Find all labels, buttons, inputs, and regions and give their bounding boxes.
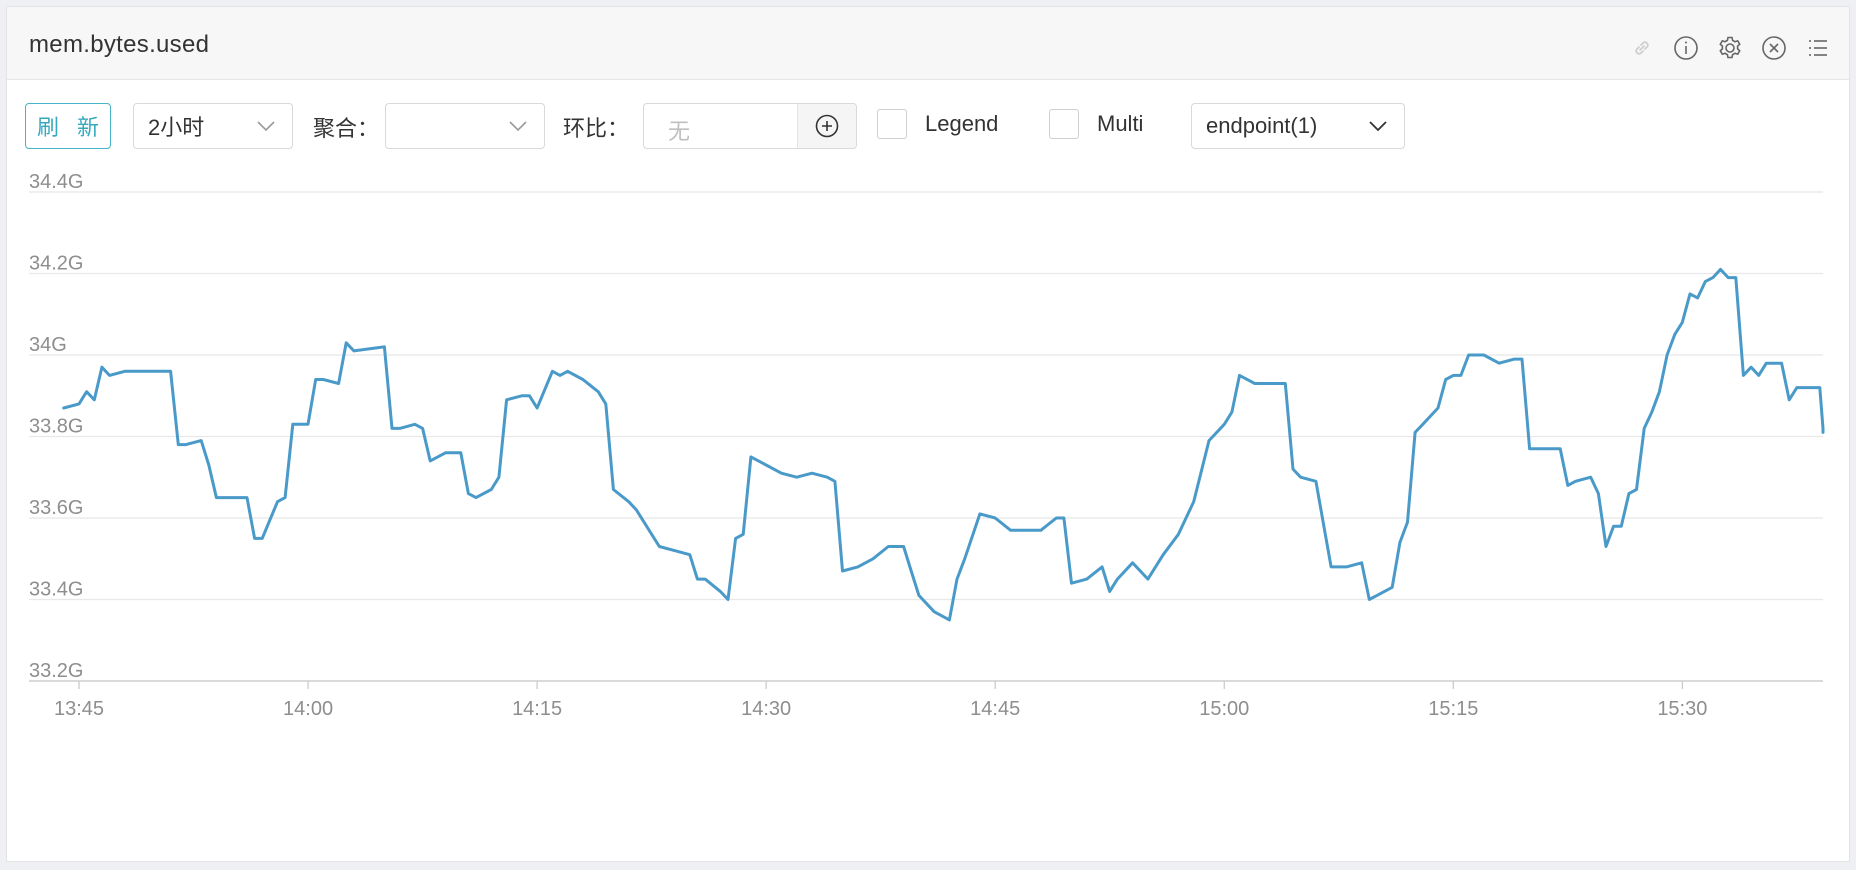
y-tick-label: 33.8G (29, 416, 83, 438)
link-icon[interactable] (1629, 35, 1655, 61)
x-tick-label: 14:00 (283, 698, 333, 720)
chart-series (62, 267, 1825, 622)
x-tick-label: 14:30 (741, 698, 791, 720)
header-actions (1629, 35, 1831, 61)
time-range-value: 2小时 (148, 115, 205, 140)
legend-checkbox[interactable]: Legend (877, 109, 998, 139)
multi-checkbox-label: Multi (1097, 111, 1144, 136)
panel-header: mem.bytes.used (7, 7, 1849, 80)
chevron-down-icon (509, 121, 527, 132)
info-icon[interactable] (1673, 35, 1699, 61)
x-tick-label: 14:15 (512, 698, 562, 720)
x-tick-label: 15:30 (1657, 698, 1707, 720)
endpoint-select-value: endpoint(1) (1206, 113, 1318, 138)
close-circle-icon[interactable] (1761, 35, 1787, 61)
panel-title: mem.bytes.used (29, 31, 210, 58)
add-compare-button[interactable] (797, 104, 856, 148)
endpoint-select[interactable]: endpoint(1) (1191, 103, 1405, 149)
compare-input[interactable]: 无 (643, 103, 857, 149)
x-tick-label: 15:00 (1199, 698, 1249, 720)
x-tick-label: 13:45 (54, 698, 104, 720)
plus-circle-icon (815, 114, 839, 138)
chart-grid (29, 191, 1823, 682)
refresh-button[interactable]: 刷 新 (25, 103, 111, 149)
gear-icon[interactable] (1717, 35, 1743, 61)
line-chart: 34.4G34.2G34G33.8G33.6G33.4G33.2G 13:45 1… (29, 171, 1825, 720)
toolbar: 刷 新 2小时 聚合： 环比： 无 Legend Multi endpoint(… (7, 97, 1849, 149)
list-icon[interactable] (1805, 35, 1831, 61)
series-line (62, 267, 1825, 622)
y-tick-label: 33.2G (29, 660, 83, 682)
multi-checkbox-box[interactable] (1049, 109, 1079, 139)
chart-panel: mem.bytes.used 刷 新 2小时 聚合： 环比： 无 Legend … (6, 6, 1850, 862)
compare-placeholder: 无 (668, 119, 691, 144)
chevron-down-icon (1369, 121, 1387, 132)
multi-checkbox[interactable]: Multi (1049, 109, 1143, 139)
y-tick-label: 34.4G (29, 171, 83, 193)
y-axis: 34.4G 34.2G 34G 33.8G 33.6G 33.4G 33.2G (29, 171, 83, 682)
chevron-down-icon (257, 121, 275, 132)
y-tick-label: 34G (29, 334, 67, 356)
aggregate-label: 聚合： (313, 116, 380, 141)
compare-label: 环比： (563, 116, 630, 141)
time-range-select[interactable]: 2小时 (133, 103, 293, 149)
legend-checkbox-box[interactable] (877, 109, 907, 139)
aggregate-select[interactable] (385, 103, 545, 149)
x-tick-label: 15:15 (1428, 698, 1478, 720)
y-tick-label: 34.2G (29, 253, 83, 275)
x-axis: 13:45 14:00 14:15 14:30 14:45 15:00 15:15 15:30 (29, 680, 1823, 720)
y-tick-label: 33.6G (29, 497, 83, 519)
x-tick-label: 14:45 (970, 698, 1020, 720)
legend-checkbox-label: Legend (925, 111, 999, 136)
y-tick-label: 33.4G (29, 579, 83, 601)
